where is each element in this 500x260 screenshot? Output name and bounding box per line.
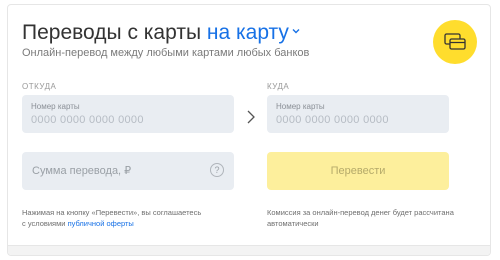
amount-field[interactable]: Сумма перевода, ₽ ? [22, 152, 234, 190]
chevron-down-icon[interactable] [291, 26, 301, 36]
commission-note-line1: Комиссия за онлайн-перевод денег будет р… [267, 208, 454, 217]
page-title: Переводы с карты на карту [22, 20, 301, 46]
chevron-right-icon [247, 110, 255, 124]
transfer-type-dropdown[interactable]: на карту [207, 21, 301, 44]
from-card-label: Номер карты [31, 102, 80, 111]
transfer-type-label[interactable]: на карту [207, 21, 289, 44]
public-offer-link[interactable]: публичной оферты [68, 219, 134, 228]
cards-icon [433, 20, 477, 64]
offer-note-line2: с условиями публичной оферты [22, 218, 247, 229]
offer-note-prefix: с условиями [22, 219, 66, 228]
title-main: Переводы с карты [22, 21, 202, 44]
footer-strip [8, 245, 490, 255]
transfer-widget: Переводы с карты на карту Онлайн-перевод… [7, 4, 491, 256]
to-card-number-field[interactable]: Номер карты 0000 0000 0000 0000 [267, 95, 449, 133]
offer-note-line1: Нажимая на кнопку «Перевести», вы соглаш… [22, 208, 202, 217]
amount-input[interactable]: Сумма перевода, ₽ [32, 165, 131, 178]
to-section-label: КУДА [267, 82, 290, 91]
from-section-label: ОТКУДА [22, 82, 57, 91]
from-card-number-field[interactable]: Номер карты 0000 0000 0000 0000 [22, 95, 234, 133]
page-subtitle: Онлайн-перевод между любыми картами любы… [22, 47, 310, 59]
offer-note: Нажимая на кнопку «Перевести», вы соглаш… [22, 207, 247, 229]
commission-note-line2: автоматически [267, 219, 319, 228]
from-card-input[interactable]: 0000 0000 0000 0000 [31, 114, 144, 127]
to-card-label: Номер карты [276, 102, 325, 111]
commission-note: Комиссия за онлайн-перевод денег будет р… [267, 207, 482, 229]
help-icon[interactable]: ? [210, 163, 224, 177]
transfer-button[interactable]: Перевести [267, 152, 449, 190]
to-card-input[interactable]: 0000 0000 0000 0000 [276, 114, 389, 127]
